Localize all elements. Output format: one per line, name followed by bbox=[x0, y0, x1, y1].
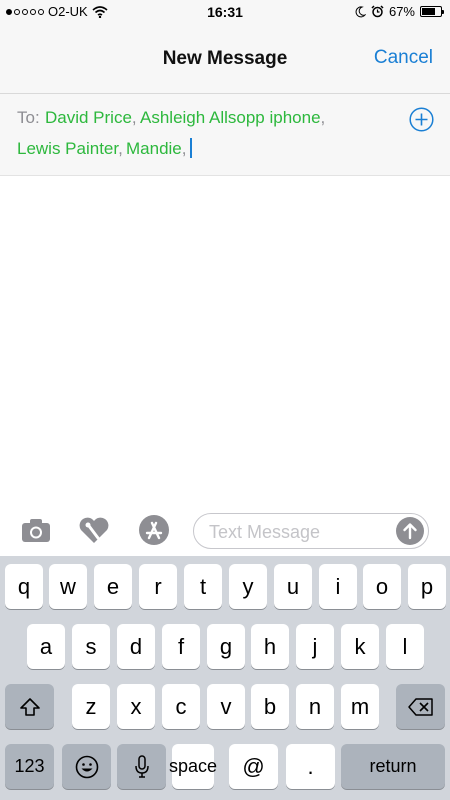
send-button[interactable] bbox=[396, 517, 424, 545]
battery-fill bbox=[422, 8, 436, 15]
space-key[interactable]: space bbox=[169, 744, 217, 789]
key-m[interactable]: m bbox=[341, 684, 379, 729]
key-b[interactable]: b bbox=[251, 684, 289, 729]
key-w[interactable]: w bbox=[49, 564, 87, 609]
key-o[interactable]: o bbox=[363, 564, 401, 609]
recipient-separator: , bbox=[118, 139, 123, 158]
key-e[interactable]: e bbox=[94, 564, 132, 609]
key-j[interactable]: j bbox=[296, 624, 334, 669]
add-contact-plus-icon[interactable] bbox=[409, 107, 434, 132]
key-g[interactable]: g bbox=[207, 624, 245, 669]
recipient-chip[interactable]: Mandie, bbox=[126, 139, 187, 159]
key-d[interactable]: d bbox=[117, 624, 155, 669]
key-q[interactable]: q bbox=[5, 564, 43, 609]
recipient-separator: , bbox=[131, 108, 137, 127]
message-input[interactable]: Text Message bbox=[193, 513, 429, 549]
to-label: To: bbox=[17, 108, 40, 127]
key-i[interactable]: i bbox=[319, 564, 357, 609]
key-c[interactable]: c bbox=[162, 684, 200, 729]
nav-bar: New Message Cancel bbox=[0, 24, 450, 94]
delete-key[interactable] bbox=[396, 684, 445, 729]
key-k[interactable]: k bbox=[341, 624, 379, 669]
microphone-icon bbox=[134, 754, 149, 778]
recipient-name: Ashleigh Allsopp iphone bbox=[140, 108, 321, 127]
recipient-name: Lewis Painter bbox=[17, 139, 119, 158]
send-arrow-icon bbox=[403, 523, 417, 540]
key-y[interactable]: y bbox=[229, 564, 267, 609]
key-s[interactable]: s bbox=[72, 624, 110, 669]
message-placeholder: Text Message bbox=[209, 522, 321, 542]
camera-icon[interactable] bbox=[19, 513, 53, 547]
recipient-chip[interactable]: Ashleigh Allsopp iphone, bbox=[140, 108, 325, 128]
battery-icon bbox=[420, 6, 444, 17]
recipients-field[interactable]: To: bbox=[0, 94, 450, 176]
key-f[interactable]: f bbox=[162, 624, 200, 669]
key-r[interactable]: r bbox=[139, 564, 177, 609]
return-key[interactable]: return bbox=[341, 744, 445, 789]
key-t[interactable]: t bbox=[184, 564, 222, 609]
key-h[interactable]: h bbox=[251, 624, 289, 669]
at-key[interactable]: @ bbox=[229, 744, 278, 789]
backspace-icon bbox=[407, 697, 433, 716]
key-n[interactable]: n bbox=[296, 684, 334, 729]
recipient-separator: , bbox=[320, 108, 326, 127]
status-right: 67% bbox=[354, 4, 444, 19]
shift-icon bbox=[19, 697, 40, 716]
emoji-icon bbox=[75, 755, 98, 778]
recipient-name: Mandie bbox=[126, 139, 182, 158]
recipient-name: David Price bbox=[45, 108, 132, 127]
emoji-key[interactable] bbox=[62, 744, 111, 789]
dictation-key[interactable] bbox=[117, 744, 166, 789]
shift-key[interactable] bbox=[5, 684, 54, 729]
alarm-icon bbox=[371, 5, 384, 18]
recipient-chip[interactable]: Lewis Painter, bbox=[17, 139, 123, 159]
digital-touch-icon[interactable] bbox=[77, 513, 111, 547]
key-u[interactable]: u bbox=[274, 564, 312, 609]
keyboard: q w e r t y u i o p a s d f g h j k l z … bbox=[0, 556, 450, 800]
key-x[interactable]: x bbox=[117, 684, 155, 729]
numbers-key[interactable]: 123 bbox=[5, 744, 54, 789]
recipient-chip[interactable]: David Price, bbox=[45, 108, 137, 128]
app-store-icon[interactable] bbox=[137, 513, 171, 547]
key-l[interactable]: l bbox=[386, 624, 424, 669]
key-v[interactable]: v bbox=[207, 684, 245, 729]
cancel-button[interactable]: Cancel bbox=[374, 47, 433, 69]
key-p[interactable]: p bbox=[408, 564, 446, 609]
status-bar: O2-UK 16:31 67% bbox=[0, 0, 450, 24]
key-a[interactable]: a bbox=[27, 624, 65, 669]
text-cursor bbox=[190, 138, 192, 158]
period-key[interactable]: . bbox=[286, 744, 335, 789]
moon-icon bbox=[355, 5, 366, 17]
key-z[interactable]: z bbox=[72, 684, 110, 729]
battery-percent: 67% bbox=[388, 4, 415, 19]
recipient-separator: , bbox=[181, 139, 187, 158]
